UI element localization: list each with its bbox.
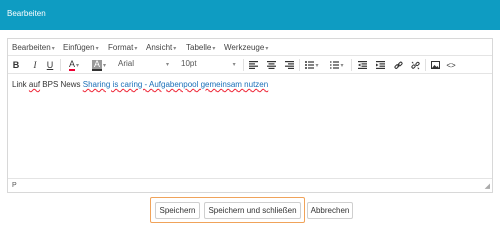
save-button[interactable]: Speichern — [155, 202, 200, 219]
align-right-icon — [284, 61, 294, 69]
link-icon — [393, 61, 403, 69]
chevron-down-icon: ▾ — [103, 62, 107, 69]
source-code-button[interactable]: <> — [445, 59, 457, 71]
chevron-down-icon: ▾ — [173, 46, 177, 52]
editor-content[interactable]: Link auf BPS News Sharing is caring - Au… — [12, 80, 268, 89]
image-icon — [430, 61, 440, 69]
align-left-button[interactable] — [247, 59, 259, 71]
chevron-down-icon: ▾ — [76, 62, 80, 69]
chevron-down-icon: ▾ — [340, 62, 344, 69]
toolbar-divider — [243, 59, 244, 71]
menu-einfuegen[interactable]: Einfügen▾ — [63, 43, 99, 52]
content-text: Link — [12, 80, 27, 89]
toolbar-divider — [299, 59, 300, 71]
italic-button[interactable]: I — [30, 59, 40, 71]
rich-text-editor: Bearbeiten▾ Einfügen▾ Format▾ Ansicht▾ T… — [7, 38, 493, 193]
menu-label: Format — [108, 43, 134, 52]
align-center-button[interactable] — [265, 59, 277, 71]
dialog-header: Bearbeiten — [0, 0, 500, 30]
unlink-icon — [410, 61, 420, 69]
editor-toolbar: B I U A ▾ A ▾ Arial ▾ 10pt ▾ ▾ ▾ <> — [8, 56, 492, 74]
bold-button[interactable]: B — [11, 59, 21, 71]
menu-bearbeiten[interactable]: Bearbeiten▾ — [12, 43, 55, 52]
cancel-button[interactable]: Abbrechen — [307, 202, 353, 219]
outdent-icon — [357, 61, 367, 69]
toolbar-divider — [425, 59, 426, 71]
numbered-list-icon — [330, 61, 340, 69]
indent-icon — [375, 61, 385, 69]
content-text: BPS News — [42, 80, 81, 89]
toolbar-divider — [60, 59, 61, 71]
chevron-down-icon: ▾ — [212, 46, 216, 52]
align-center-icon — [266, 61, 276, 69]
image-button[interactable] — [429, 59, 441, 71]
bullet-list-button[interactable]: ▾ — [303, 59, 321, 71]
menu-label: Werkzeuge — [224, 43, 265, 52]
font-color-icon: A — [68, 58, 75, 71]
align-right-button[interactable] — [283, 59, 295, 71]
chevron-down-icon: ▾ — [95, 46, 99, 52]
numbered-list-button[interactable]: ▾ — [328, 59, 346, 71]
unlink-button[interactable] — [409, 59, 421, 71]
menu-label: Ansicht — [146, 43, 173, 52]
chevron-down-icon: ▾ — [232, 62, 236, 68]
bullet-list-icon — [305, 61, 315, 69]
chevron-down-icon: ▾ — [134, 46, 138, 52]
content-link[interactable]: Sharing is caring - Aufgabenpool gemeins… — [83, 80, 268, 89]
font-size-select[interactable]: 10pt ▾ — [181, 59, 236, 71]
background-color-button[interactable]: A ▾ — [89, 59, 109, 71]
menu-format[interactable]: Format▾ — [108, 43, 137, 52]
save-and-close-button[interactable]: Speichern und schließen — [204, 202, 301, 219]
editor-statusbar: P ◢ — [8, 178, 492, 192]
align-left-icon — [248, 61, 258, 69]
indent-button[interactable] — [374, 59, 386, 71]
element-path[interactable]: P — [12, 182, 17, 189]
menu-label: Einfügen — [63, 43, 95, 52]
font-family-value: Arial — [118, 59, 135, 68]
dialog-title: Bearbeiten — [7, 9, 46, 18]
outdent-button[interactable] — [356, 59, 368, 71]
chevron-down-icon: ▾ — [265, 46, 269, 52]
resize-grip-icon[interactable]: ◢ — [485, 182, 490, 190]
font-color-button[interactable]: A ▾ — [64, 59, 84, 71]
chevron-down-icon: ▾ — [166, 62, 170, 68]
chevron-down-icon: ▾ — [51, 46, 55, 52]
background-color-icon: A — [91, 58, 102, 71]
menu-tabelle[interactable]: Tabelle▾ — [186, 43, 215, 52]
code-icon: <> — [446, 60, 456, 70]
toolbar-divider — [351, 59, 352, 71]
menu-ansicht[interactable]: Ansicht▾ — [146, 43, 176, 52]
content-text-misspelled: auf — [28, 80, 41, 89]
menu-label: Bearbeiten — [12, 43, 51, 52]
link-button[interactable] — [392, 59, 404, 71]
chevron-down-icon: ▾ — [315, 62, 319, 69]
underline-button[interactable]: U — [45, 59, 55, 71]
font-family-select[interactable]: Arial ▾ — [118, 59, 169, 71]
menu-werkzeuge[interactable]: Werkzeuge▾ — [224, 43, 268, 52]
menu-label: Tabelle — [186, 43, 212, 52]
font-size-value: 10pt — [181, 59, 197, 68]
editor-menubar: Bearbeiten▾ Einfügen▾ Format▾ Ansicht▾ T… — [8, 39, 492, 56]
